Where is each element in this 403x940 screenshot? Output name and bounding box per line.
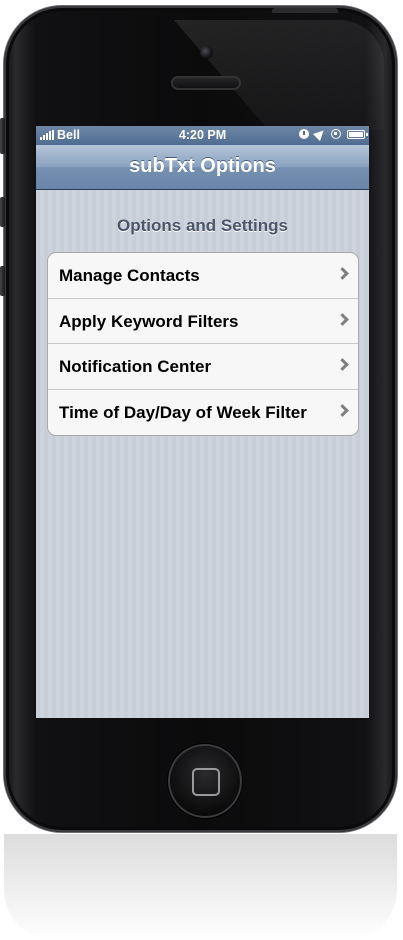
menu-item-notification-center[interactable]: Notification Center bbox=[48, 344, 358, 390]
rotation-lock-icon bbox=[331, 129, 341, 139]
chevron-right-icon bbox=[336, 312, 349, 326]
home-button[interactable] bbox=[168, 744, 242, 818]
battery-icon bbox=[347, 129, 368, 139]
status-bar: Bell 4:20 PM bbox=[36, 126, 369, 145]
glass-glare bbox=[174, 20, 384, 130]
location-arrow-icon bbox=[312, 126, 328, 142]
alarm-clock-icon bbox=[299, 129, 309, 139]
section-header: Options and Settings bbox=[117, 216, 288, 235]
front-camera bbox=[200, 46, 213, 59]
phone-reflection bbox=[4, 834, 397, 940]
screen: Bell 4:20 PM subTxt Options Options and … bbox=[36, 126, 369, 718]
home-square-icon bbox=[192, 768, 220, 796]
mute-switch bbox=[0, 118, 5, 154]
menu-item-label: Apply Keyword Filters bbox=[59, 311, 239, 331]
chevron-right-icon bbox=[336, 358, 349, 371]
volume-down-button bbox=[0, 266, 5, 296]
menu-item-manage-contacts[interactable]: Manage Contacts bbox=[48, 253, 358, 299]
menu-item-label: Time of Day/Day of Week Filter bbox=[59, 402, 307, 422]
navigation-bar: subTxt Options bbox=[36, 145, 369, 190]
status-right bbox=[299, 126, 368, 142]
chevron-right-icon bbox=[336, 267, 349, 280]
volume-up-button bbox=[0, 197, 5, 227]
sleep-button bbox=[272, 8, 338, 13]
menu-item-time-of-day-filter[interactable]: Time of Day/Day of Week Filter bbox=[48, 390, 358, 436]
menu-item-label: Notification Center bbox=[59, 357, 212, 376]
earpiece-speaker bbox=[171, 76, 241, 90]
menu-item-label: Manage Contacts bbox=[59, 266, 200, 285]
page-title: subTxt Options bbox=[129, 155, 276, 177]
menu-item-apply-keyword-filters[interactable]: Apply Keyword Filters bbox=[48, 299, 358, 344]
options-list: Manage Contacts Apply Keyword Filters No… bbox=[47, 252, 359, 436]
chevron-right-icon bbox=[336, 403, 349, 417]
